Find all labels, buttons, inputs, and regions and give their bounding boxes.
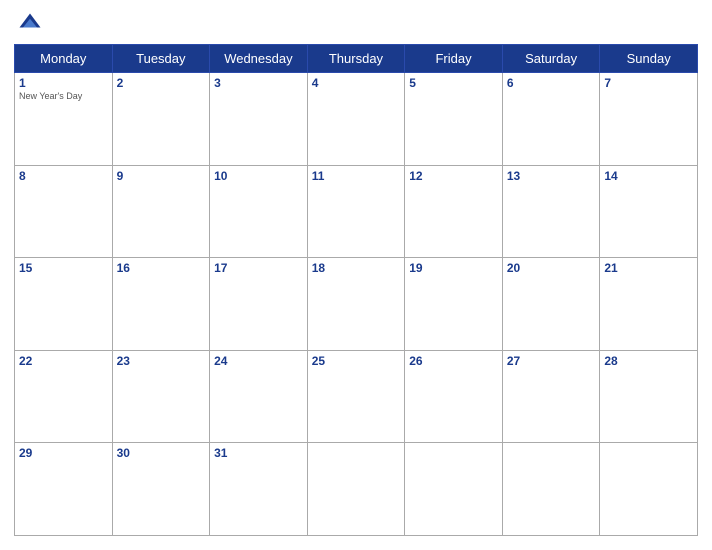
weekday-header-row: MondayTuesdayWednesdayThursdayFridaySatu…	[15, 45, 698, 73]
calendar-cell: 4	[307, 73, 405, 166]
day-number: 8	[19, 169, 108, 183]
calendar-cell: 19	[405, 258, 503, 351]
calendar-week-row: 29 30 31	[15, 443, 698, 536]
calendar-page: MondayTuesdayWednesdayThursdayFridaySatu…	[0, 0, 712, 550]
calendar-cell: 17	[210, 258, 308, 351]
calendar-cell: 14	[600, 165, 698, 258]
calendar-week-row: 1New Year's Day 234567	[15, 73, 698, 166]
calendar-week-row: 89 10 11 12 13 14	[15, 165, 698, 258]
day-number: 11	[312, 169, 401, 183]
calendar-cell: 26	[405, 350, 503, 443]
calendar-cell: 18	[307, 258, 405, 351]
calendar-cell: 22	[15, 350, 113, 443]
calendar-cell: 28	[600, 350, 698, 443]
day-number: 12	[409, 169, 498, 183]
calendar-cell: 23	[112, 350, 210, 443]
calendar-cell: 6	[502, 73, 600, 166]
day-number: 21	[604, 261, 693, 275]
calendar-cell	[307, 443, 405, 536]
day-number: 17	[214, 261, 303, 275]
weekday-header-friday: Friday	[405, 45, 503, 73]
day-number: 25	[312, 354, 401, 368]
day-number: 9	[117, 169, 206, 183]
calendar-cell	[405, 443, 503, 536]
day-number: 18	[312, 261, 401, 275]
calendar-cell: 9	[112, 165, 210, 258]
weekday-header-thursday: Thursday	[307, 45, 405, 73]
logo-icon	[16, 10, 44, 38]
weekday-header-saturday: Saturday	[502, 45, 600, 73]
calendar-cell: 1New Year's Day	[15, 73, 113, 166]
day-number: 13	[507, 169, 596, 183]
day-number: 5	[409, 76, 498, 90]
day-number: 1	[19, 76, 108, 90]
day-number: 10	[214, 169, 303, 183]
calendar-cell: 15	[15, 258, 113, 351]
day-number: 31	[214, 446, 303, 460]
calendar-cell: 12	[405, 165, 503, 258]
day-number: 26	[409, 354, 498, 368]
calendar-cell: 8	[15, 165, 113, 258]
calendar-cell: 2	[112, 73, 210, 166]
day-number: 6	[507, 76, 596, 90]
calendar-cell: 25	[307, 350, 405, 443]
page-header	[14, 10, 698, 38]
calendar-cell: 24	[210, 350, 308, 443]
weekday-header-tuesday: Tuesday	[112, 45, 210, 73]
calendar-cell: 10	[210, 165, 308, 258]
calendar-week-row: 15 16 17 18 19 20 21	[15, 258, 698, 351]
calendar-cell	[600, 443, 698, 536]
calendar-cell: 21	[600, 258, 698, 351]
calendar-cell: 11	[307, 165, 405, 258]
day-number: 28	[604, 354, 693, 368]
holiday-label: New Year's Day	[19, 91, 108, 101]
day-number: 27	[507, 354, 596, 368]
calendar-cell: 5	[405, 73, 503, 166]
day-number: 4	[312, 76, 401, 90]
day-number: 2	[117, 76, 206, 90]
calendar-cell: 13	[502, 165, 600, 258]
day-number: 20	[507, 261, 596, 275]
calendar-week-row: 22 23 24 25 26 27 28	[15, 350, 698, 443]
calendar-cell: 20	[502, 258, 600, 351]
day-number: 19	[409, 261, 498, 275]
day-number: 14	[604, 169, 693, 183]
calendar-cell: 3	[210, 73, 308, 166]
calendar-cell: 30	[112, 443, 210, 536]
calendar-table: MondayTuesdayWednesdayThursdayFridaySatu…	[14, 44, 698, 536]
day-number: 22	[19, 354, 108, 368]
weekday-header-wednesday: Wednesday	[210, 45, 308, 73]
calendar-cell: 7	[600, 73, 698, 166]
calendar-cell: 29	[15, 443, 113, 536]
calendar-cell: 16	[112, 258, 210, 351]
weekday-header-sunday: Sunday	[600, 45, 698, 73]
day-number: 29	[19, 446, 108, 460]
day-number: 15	[19, 261, 108, 275]
day-number: 16	[117, 261, 206, 275]
calendar-cell	[502, 443, 600, 536]
day-number: 3	[214, 76, 303, 90]
logo	[16, 10, 48, 38]
day-number: 30	[117, 446, 206, 460]
day-number: 7	[604, 76, 693, 90]
calendar-cell: 31	[210, 443, 308, 536]
calendar-cell: 27	[502, 350, 600, 443]
day-number: 23	[117, 354, 206, 368]
weekday-header-monday: Monday	[15, 45, 113, 73]
day-number: 24	[214, 354, 303, 368]
